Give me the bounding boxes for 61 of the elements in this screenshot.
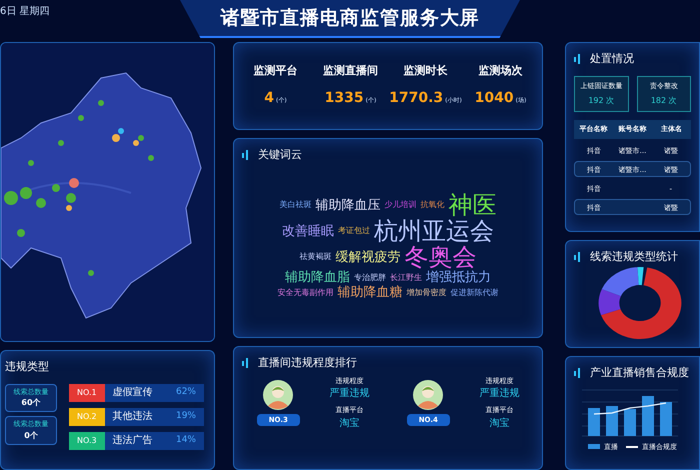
keyword: 神医: [448, 192, 496, 218]
keyword: 安全无毒副作用: [278, 288, 334, 298]
ranking-name: 虚假宣传: [112, 386, 153, 400]
counter-value: 60个: [21, 397, 41, 409]
keyword: 长江野生: [390, 272, 422, 283]
ranking-percent: 14%: [176, 434, 196, 447]
keyword: 促进新陈代谢: [450, 288, 498, 298]
ranking-percent: 62%: [176, 386, 196, 399]
signal-bars-icon: [242, 358, 250, 368]
ranking-name: 其他违法: [112, 410, 153, 424]
stat-label: 监测时长: [404, 63, 448, 80]
keyword: 辅助降血脂: [285, 270, 350, 286]
counter-value: 0个: [24, 430, 38, 442]
stat-value: 1335: [324, 88, 364, 108]
field-value: 淘宝: [339, 416, 360, 430]
stat-label: 监测场次: [478, 63, 522, 80]
keyword: 增加骨密度: [406, 288, 446, 298]
field-value: 淘宝: [489, 416, 510, 430]
ranking-name: 违法广告: [112, 434, 153, 448]
keyword: 辅助降血糖: [338, 285, 402, 300]
avatar-icon: [413, 380, 444, 410]
stat-value: 4: [264, 88, 274, 108]
keyword: 考证包过: [338, 226, 370, 236]
panel-title: 违规类型: [5, 359, 50, 375]
panel-title: 处置情况: [590, 51, 634, 67]
stat-label: 监测平台: [254, 63, 298, 80]
rank-badge: NO.3: [69, 432, 105, 450]
keyword: 冬奥会: [404, 244, 476, 270]
count-value: 182 次: [650, 95, 677, 107]
stat-value: 1040: [474, 88, 514, 108]
avatar-icon: [263, 380, 294, 410]
keyword: 少儿培训: [384, 200, 416, 210]
keyword: 杭州亚运会: [374, 218, 494, 244]
signal-bars-icon: [574, 252, 582, 262]
ranking-percent: 19%: [176, 410, 196, 423]
signal-bars-icon: [574, 54, 582, 64]
signal-bars-icon: [574, 368, 582, 378]
legend-swatch-icon: [588, 444, 600, 450]
panel-title: 产业直播销售合规度: [590, 365, 689, 381]
keyword: 缓解视疲劳: [336, 250, 400, 265]
stat-label: 监测直播间: [323, 63, 378, 80]
rank-badge: NO.1: [69, 384, 105, 402]
rank-badge: NO.2: [69, 408, 105, 426]
page-title: 诸暨市直播电商监管服务大屏: [220, 6, 480, 31]
field-value: 严重违规: [479, 386, 520, 401]
keyword: 增强抵抗力: [426, 270, 491, 286]
field-value: 严重违规: [329, 386, 370, 401]
date-text: 6日 星期四: [0, 4, 50, 19]
legend-line-icon: [626, 446, 638, 448]
panel-title: 关键词云: [258, 147, 302, 163]
keyword: 改善睡眠: [282, 224, 334, 239]
keyword: 美白祛斑: [280, 200, 312, 210]
stat-value: 1770.3: [389, 88, 444, 108]
count-value: 192 次: [588, 95, 614, 107]
keyword: 辅助降血压: [316, 198, 380, 213]
keyword: 专治肥胖: [354, 272, 386, 283]
keyword: 抗氧化: [420, 200, 444, 210]
panel-title: 直播间违规程度排行: [258, 355, 357, 371]
panel-title: 线索违规类型统计: [590, 249, 678, 265]
signal-bars-icon: [242, 150, 250, 160]
keyword: 祛黄褐斑: [300, 252, 332, 262]
